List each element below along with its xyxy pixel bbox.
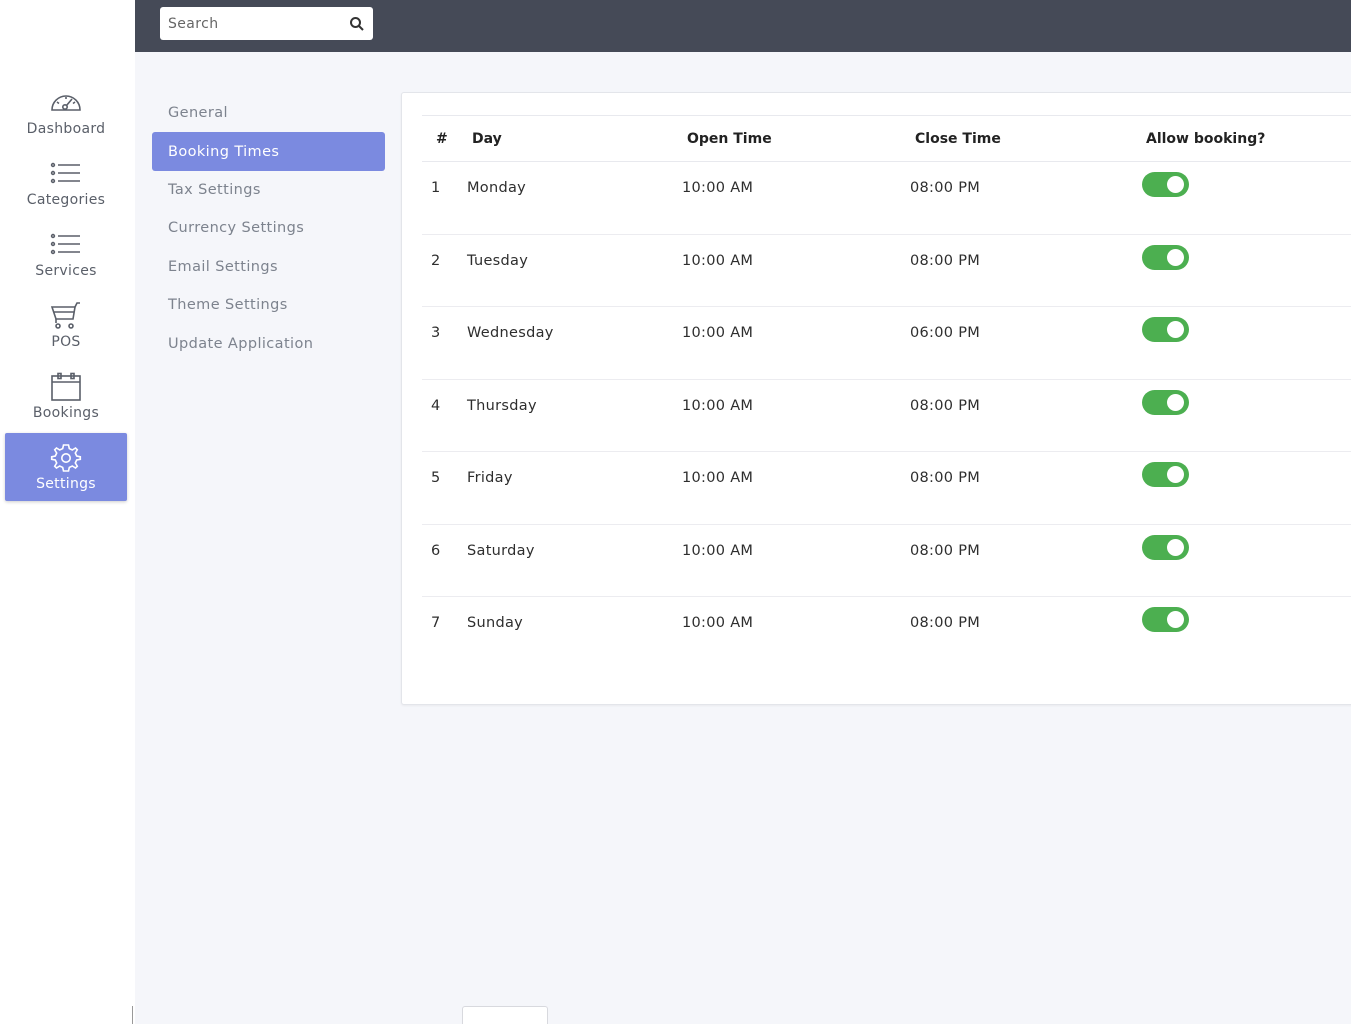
row-day: Monday	[467, 180, 527, 196]
table-header: # Day Open Time Close Time Allow booking…	[422, 116, 1351, 162]
nav-services-label: Services	[35, 262, 97, 279]
row-open-time: 10:00 AM	[682, 252, 754, 269]
header-close-time: Close Time	[915, 130, 1001, 147]
booking-times-card: # Day Open Time Close Time Allow booking…	[401, 92, 1351, 705]
row-num: 1	[431, 180, 441, 196]
submenu-booking-times[interactable]: Booking Times	[152, 132, 385, 171]
table-row: 1 Monday 10:00 AM 08:00 PM	[422, 162, 1351, 235]
row-close-time: 08:00 PM	[910, 397, 981, 414]
toggle-knob	[1167, 321, 1184, 338]
submenu-theme-settings[interactable]: Theme Settings	[152, 286, 385, 324]
nav-settings-label: Settings	[36, 475, 96, 492]
row-day: Thursday	[467, 397, 537, 414]
nav-categories-label: Categories	[26, 191, 106, 208]
allow-booking-toggle[interactable]	[1142, 607, 1189, 632]
header-day: Day	[472, 130, 502, 147]
row-day: Tuesday	[467, 252, 529, 269]
dashboard-gauge-icon	[51, 94, 81, 111]
toggle-knob	[1167, 176, 1184, 193]
table-row: 7 Sunday 10:00 AM 08:00 PM	[422, 597, 1351, 670]
row-close-time: 08:00 PM	[910, 180, 981, 196]
search-box	[160, 7, 373, 40]
row-close-time: 08:00 PM	[910, 252, 981, 269]
table-row: 3 Wednesday 10:00 AM 06:00 PM	[422, 307, 1351, 380]
toggle-knob	[1167, 538, 1184, 556]
list-icon	[50, 233, 80, 254]
allow-booking-toggle[interactable]	[1142, 317, 1189, 342]
submenu-tax-settings[interactable]: Tax Settings	[152, 171, 385, 209]
row-open-time: 10:00 AM	[682, 180, 754, 196]
header-open-time: Open Time	[687, 130, 772, 147]
settings-submenu: General Booking Times Tax Settings Curre…	[152, 94, 385, 363]
row-num: 3	[431, 325, 441, 341]
nav-services[interactable]: Services	[5, 220, 127, 288]
allow-booking-toggle[interactable]	[1142, 534, 1189, 560]
nav-dashboard-label: Dashboard	[26, 120, 106, 137]
nav-settings[interactable]: Settings	[5, 433, 127, 501]
row-close-time: 08:00 PM	[910, 470, 981, 486]
submenu-email-settings[interactable]: Email Settings	[152, 248, 385, 286]
row-num: 4	[431, 397, 441, 414]
nav-bookings[interactable]: Bookings	[5, 362, 127, 430]
table-row: 4 Thursday 10:00 AM 08:00 PM	[422, 380, 1351, 452]
row-open-time: 10:00 AM	[682, 470, 754, 486]
table-row: 2 Tuesday 10:00 AM 08:00 PM	[422, 235, 1351, 307]
main-sidebar: Dashboard Categories Services POS Bookin…	[0, 0, 135, 1024]
row-close-time: 08:00 PM	[910, 542, 981, 559]
allow-booking-toggle[interactable]	[1142, 244, 1189, 270]
top-bar	[135, 0, 1351, 52]
row-day: Saturday	[467, 542, 535, 559]
booking-times-table: # Day Open Time Close Time Allow booking…	[422, 115, 1351, 670]
table-row: 6 Saturday 10:00 AM 08:00 PM	[422, 525, 1351, 597]
calendar-icon	[51, 372, 81, 401]
toggle-knob	[1167, 466, 1184, 483]
allow-booking-toggle[interactable]	[1142, 172, 1189, 197]
toggle-knob	[1167, 393, 1184, 411]
toggle-knob	[1167, 248, 1184, 266]
row-num: 7	[431, 615, 441, 631]
row-open-time: 10:00 AM	[682, 542, 754, 559]
search-icon[interactable]	[349, 16, 365, 32]
row-open-time: 10:00 AM	[682, 615, 754, 631]
bottom-panel-tab	[462, 1006, 548, 1024]
row-open-time: 10:00 AM	[682, 325, 754, 341]
header-allow-booking: Allow booking?	[1146, 130, 1266, 147]
nav-categories[interactable]: Categories	[5, 149, 127, 217]
row-day: Sunday	[467, 615, 524, 631]
row-day: Wednesday	[467, 325, 554, 341]
row-num: 5	[431, 470, 441, 486]
bottom-divider	[132, 1006, 133, 1024]
nav-dashboard[interactable]: Dashboard	[5, 78, 127, 146]
header-num: #	[436, 130, 448, 147]
allow-booking-toggle[interactable]	[1142, 389, 1189, 415]
row-close-time: 08:00 PM	[910, 615, 981, 631]
row-open-time: 10:00 AM	[682, 397, 754, 414]
nav-pos-label: POS	[51, 333, 81, 350]
nav-bookings-label: Bookings	[32, 404, 100, 421]
submenu-currency-settings[interactable]: Currency Settings	[152, 209, 385, 247]
submenu-update-application[interactable]: Update Application	[152, 324, 385, 362]
row-day: Friday	[467, 470, 513, 486]
row-close-time: 06:00 PM	[910, 325, 981, 341]
list-icon	[50, 162, 80, 183]
toggle-knob	[1167, 611, 1184, 628]
nav-pos[interactable]: POS	[5, 291, 127, 359]
submenu-general[interactable]: General	[152, 94, 385, 132]
row-num: 6	[431, 542, 441, 559]
row-num: 2	[431, 252, 441, 269]
allow-booking-toggle[interactable]	[1142, 462, 1189, 487]
gear-icon	[50, 443, 82, 472]
table-row: 5 Friday 10:00 AM 08:00 PM	[422, 452, 1351, 525]
search-input[interactable]	[168, 15, 349, 32]
cart-icon	[50, 301, 80, 329]
